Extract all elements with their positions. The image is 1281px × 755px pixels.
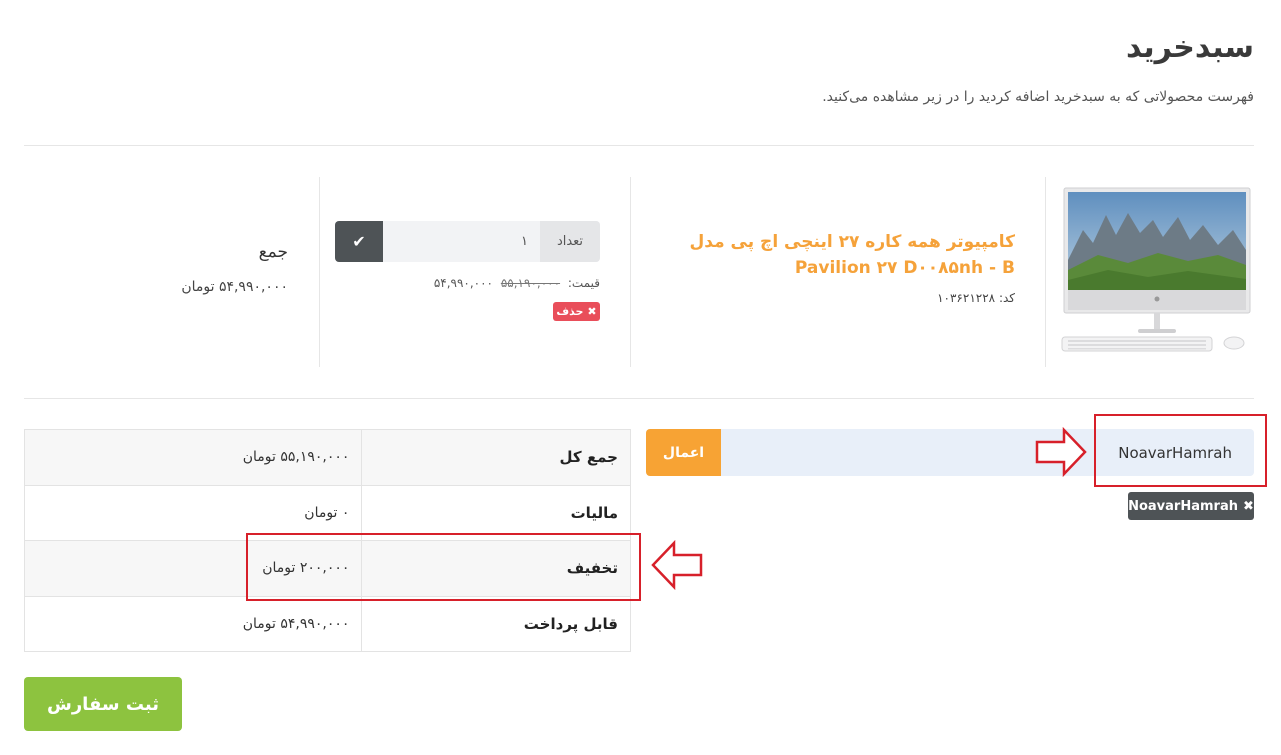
arrow-right-icon: [1035, 427, 1087, 477]
cart-divider: [24, 398, 1254, 399]
payable-value: ۵۴,۹۹۰,۰۰۰ تومان: [23, 595, 363, 652]
coupon-tag-text: NoavarHamrah: [1128, 498, 1238, 514]
product-divider: [1045, 177, 1046, 367]
quantity-input[interactable]: [383, 221, 540, 262]
price-old: ۵۵,۱۹۰,۰۰۰: [500, 276, 561, 290]
product-image[interactable]: [1058, 185, 1254, 355]
line-total-value: ۵۴,۹۹۰,۰۰۰ تومان: [181, 279, 288, 295]
coupon-highlight-box: [1094, 414, 1267, 487]
submit-order-button[interactable]: ثبت سفارش: [24, 677, 182, 731]
price-divider: [630, 177, 631, 367]
line-total-label: جمع: [258, 242, 288, 262]
apply-coupon-button[interactable]: اعمال: [646, 429, 721, 476]
x-icon: ✖: [587, 305, 597, 318]
total-divider: [319, 177, 320, 367]
page-title: سبدخرید: [1126, 30, 1254, 65]
discount-highlight-box: [246, 533, 641, 601]
totals-row-subtotal: ۵۵,۱۹۰,۰۰۰ تومان جمع کل: [23, 429, 631, 486]
check-icon: ✔: [352, 232, 366, 251]
all-in-one-computer-icon: [1061, 187, 1251, 352]
arrow-left-icon: [651, 540, 703, 590]
subtotal-value: ۵۵,۱۹۰,۰۰۰ تومان: [23, 429, 363, 486]
price-label: قیمت:: [567, 276, 600, 290]
quantity-label: تعداد: [540, 221, 600, 262]
quantity-group: ✔ تعداد: [335, 221, 600, 262]
page-subtitle: فهرست محصولاتی که به سبدخرید اضافه کردید…: [822, 89, 1254, 105]
applied-coupon-tag[interactable]: NoavarHamrah ✖: [1128, 492, 1254, 520]
totals-row-payable: ۵۴,۹۹۰,۰۰۰ تومان قابل پرداخت: [23, 595, 631, 652]
delete-label: حذف: [556, 305, 584, 318]
product-code-label: کد:: [998, 291, 1015, 305]
price-new: ۵۴,۹۹۰,۰۰۰: [433, 276, 494, 290]
x-icon: ✖: [1242, 498, 1254, 514]
product-name-link[interactable]: کامپیوتر همه کاره ۲۷ اینچی اچ پی مدل Pav…: [635, 229, 1015, 281]
quantity-confirm-button[interactable]: ✔: [335, 221, 383, 262]
price-line: قیمت: ۵۵,۱۹۰,۰۰۰ ۵۴,۹۹۰,۰۰۰: [434, 276, 600, 290]
product-code-value: ۱۰۳۶۲۱۲۲۸: [937, 291, 996, 305]
subtotal-label: جمع کل: [361, 429, 631, 486]
payable-label: قابل پرداخت: [361, 595, 631, 652]
header-divider: [24, 145, 1254, 146]
product-code: کد: ۱۰۳۶۲۱۲۲۸: [937, 291, 1015, 305]
delete-item-button[interactable]: ✖ حذف: [553, 302, 600, 321]
